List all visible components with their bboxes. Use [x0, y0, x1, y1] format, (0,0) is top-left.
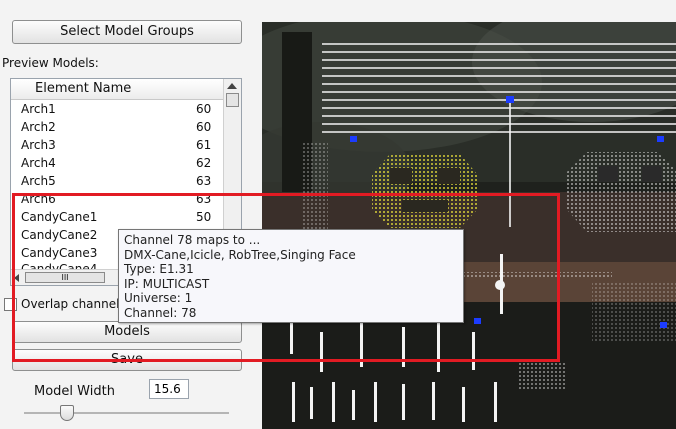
list-item[interactable]: CandyCane1 50: [11, 208, 223, 226]
tooltip-line: Channel 78 maps to ...: [124, 233, 261, 247]
list-item[interactable]: Arch1 60: [11, 100, 223, 118]
overlap-channels-option[interactable]: Overlap channels: [4, 297, 126, 311]
tooltip-line: Channel: 78: [124, 305, 197, 320]
overlap-channels-label: Overlap channels: [21, 297, 126, 311]
model-sidebar: Select Model Groups Preview Models: Elem…: [0, 0, 258, 429]
list-item[interactable]: Arch6 63: [11, 190, 223, 208]
model-width-input[interactable]: [149, 379, 189, 399]
overlap-channels-checkbox[interactable]: [4, 298, 17, 311]
list-item[interactable]: Arch2 60: [11, 118, 223, 136]
tooltip-line: DMX-Cane,Icicle, RobTree,Singing Face: [124, 247, 356, 262]
scroll-left-arrow-icon[interactable]: [14, 274, 19, 282]
channel-mapping-tooltip: Channel 78 maps to ... DMX-Cane,Icicle, …: [118, 229, 464, 323]
house-lights-preview: [262, 22, 676, 429]
preview-models-label: Preview Models:: [2, 56, 99, 70]
select-model-groups-button[interactable]: Select Model Groups: [12, 20, 242, 44]
models-button[interactable]: Models: [12, 321, 242, 343]
scroll-up-arrow-icon[interactable]: [227, 83, 237, 89]
scroll-thumb[interactable]: [226, 93, 239, 107]
model-width-slider-track[interactable]: [24, 412, 229, 414]
horizontal-scroll-thumb[interactable]: III: [25, 272, 105, 283]
element-name-column-header[interactable]: Element Name: [11, 79, 223, 100]
list-item[interactable]: Arch4 62: [11, 154, 223, 172]
list-item[interactable]: Arch3 61: [11, 136, 223, 154]
layout-preview-canvas[interactable]: [262, 22, 676, 429]
tooltip-line: Type: E1.31: [124, 262, 194, 276]
model-width-label: Model Width: [34, 384, 115, 399]
list-item[interactable]: Arch5 63: [11, 172, 223, 190]
model-width-slider-thumb[interactable]: [60, 405, 74, 421]
tooltip-line: Universe: 1: [124, 291, 193, 305]
tooltip-line: IP: MULTICAST: [124, 276, 210, 291]
save-button[interactable]: Save: [12, 349, 242, 371]
